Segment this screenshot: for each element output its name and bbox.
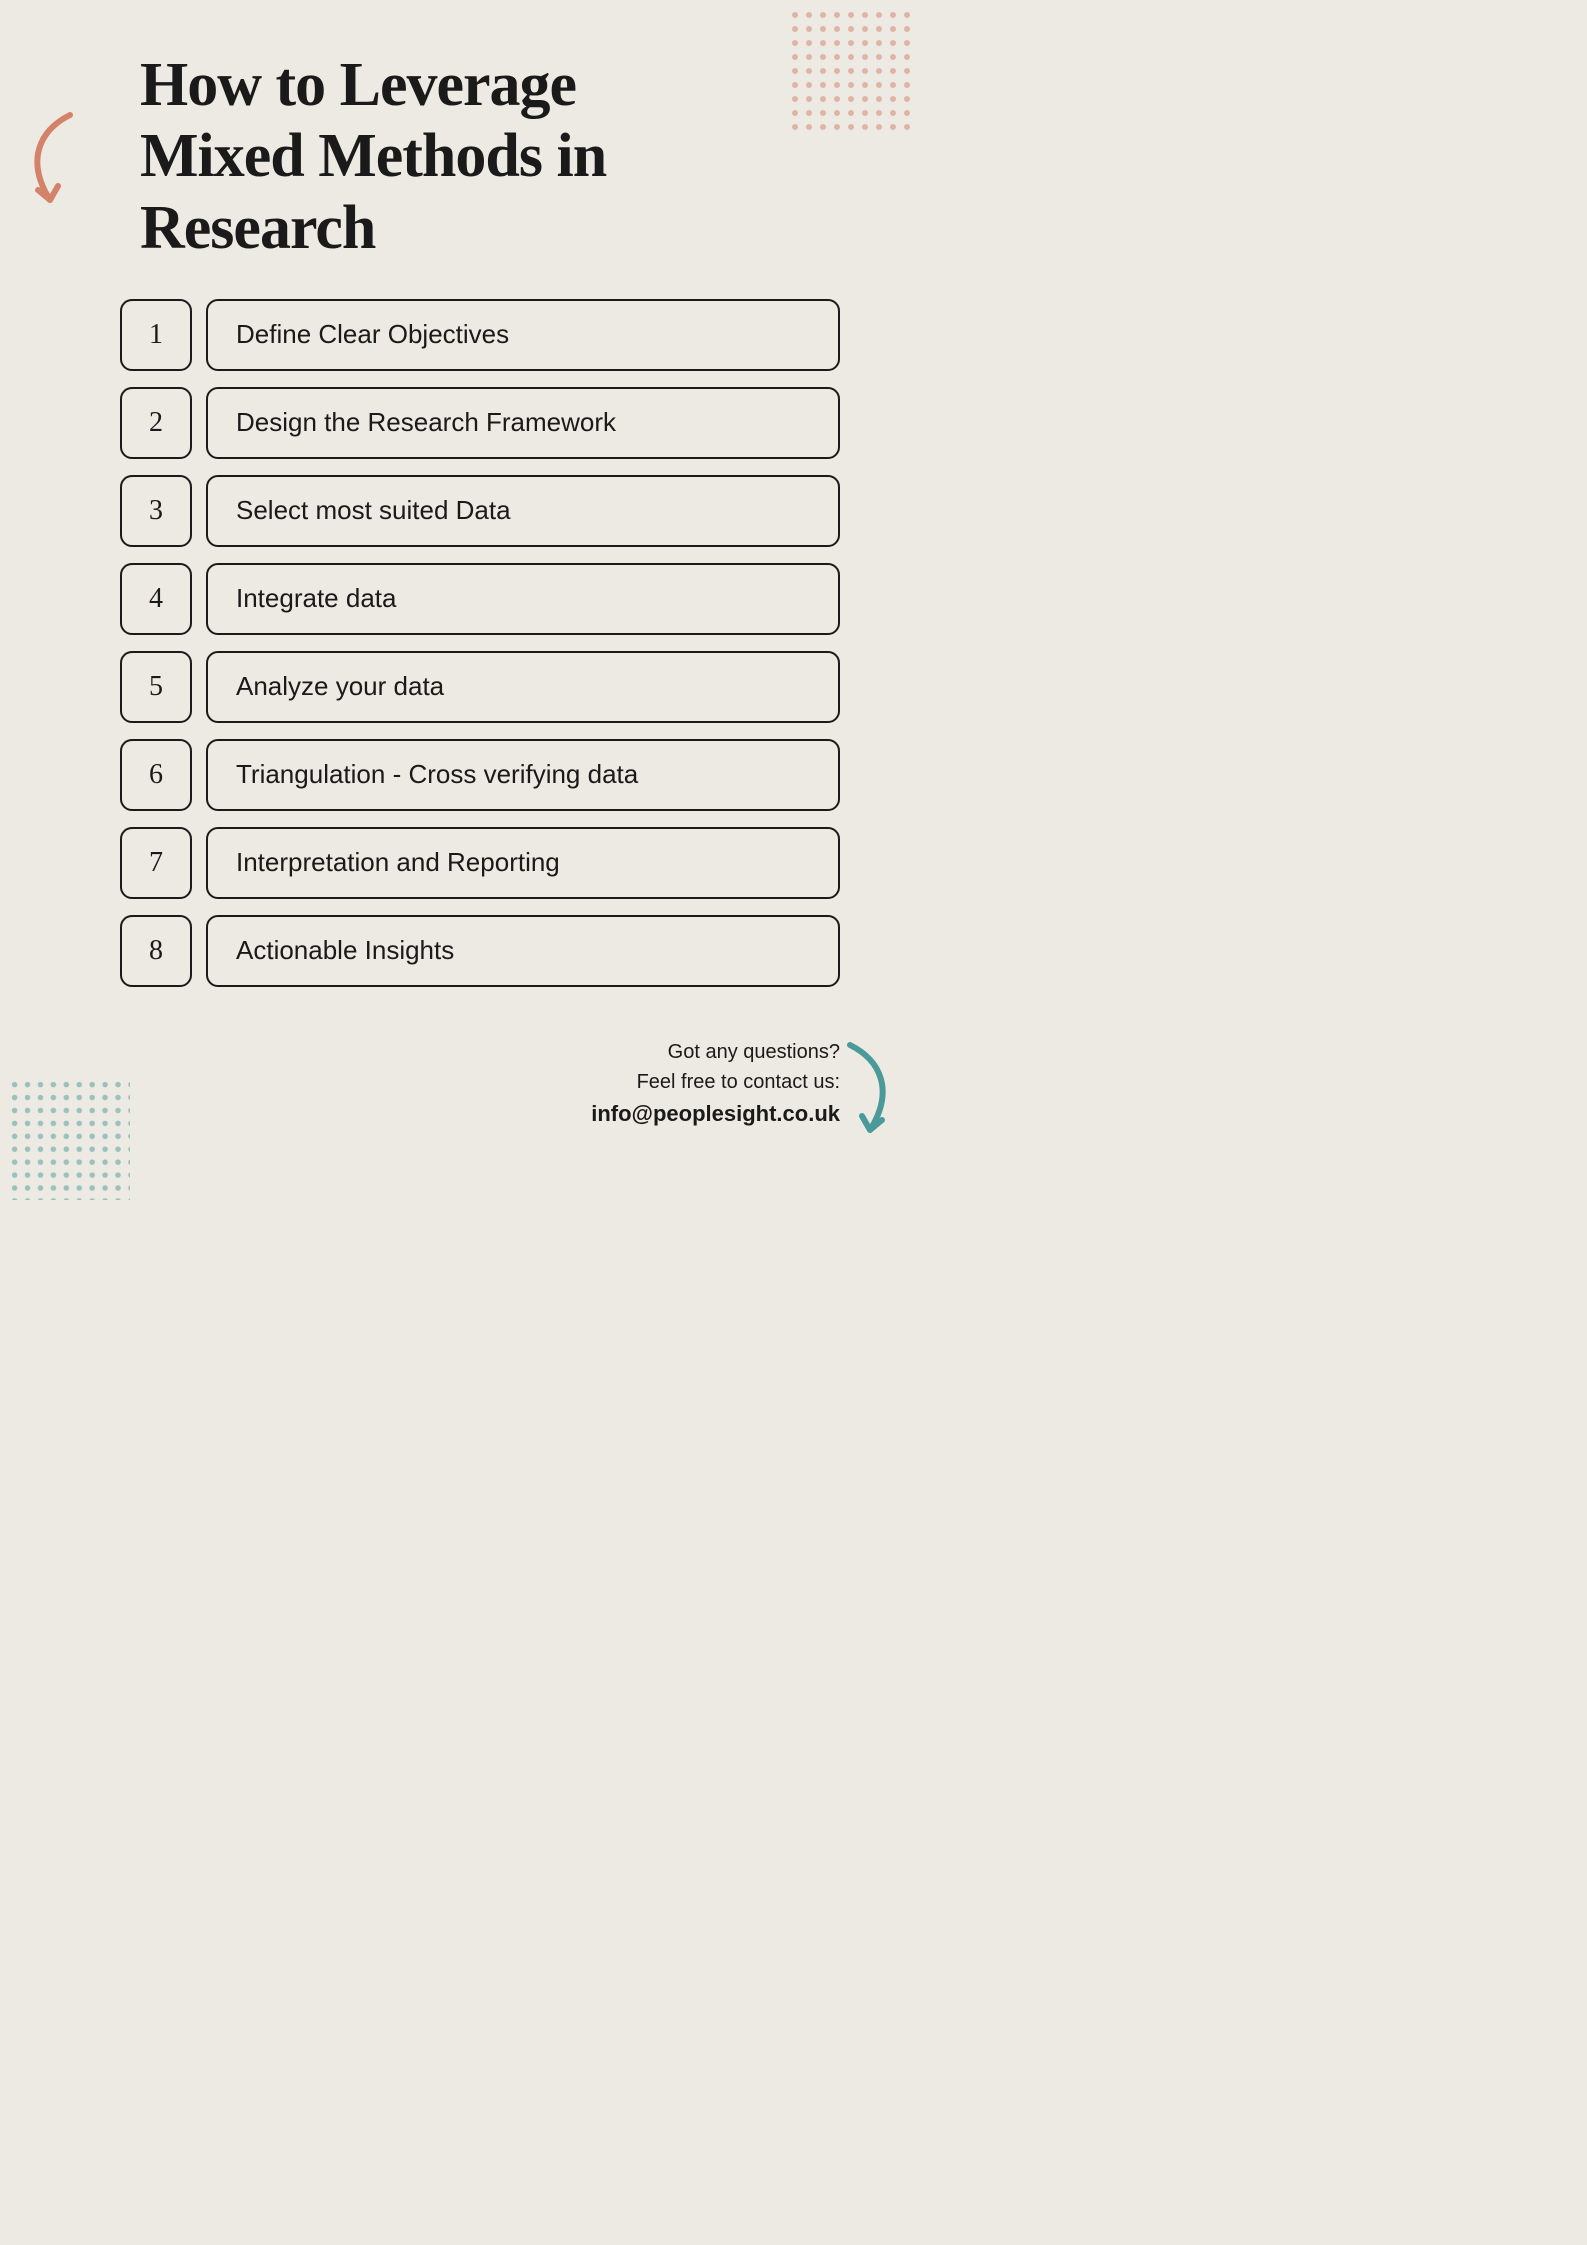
step-number-6: 6 xyxy=(120,739,192,811)
step-label-8: Actionable Insights xyxy=(206,915,840,987)
step-label-2: Design the Research Framework xyxy=(206,387,840,459)
list-item: 7 Interpretation and Reporting xyxy=(120,827,840,899)
steps-list: 1 Define Clear Objectives 2 Design the R… xyxy=(120,299,840,987)
step-label-3: Select most suited Data xyxy=(206,475,840,547)
step-label-6: Triangulation - Cross verifying data xyxy=(206,739,840,811)
step-number-5: 5 xyxy=(120,651,192,723)
step-number-2: 2 xyxy=(120,387,192,459)
step-label-5: Analyze your data xyxy=(206,651,840,723)
arrow-top-left xyxy=(20,110,90,210)
footer: Got any questions? Feel free to contact … xyxy=(60,1037,860,1127)
footer-email: info@peoplesight.co.uk xyxy=(60,1101,840,1127)
list-item: 1 Define Clear Objectives xyxy=(120,299,840,371)
step-label-1: Define Clear Objectives xyxy=(206,299,840,371)
step-number-4: 4 xyxy=(120,563,192,635)
arrow-bottom-right xyxy=(830,1040,900,1140)
list-item: 4 Integrate data xyxy=(120,563,840,635)
list-item: 5 Analyze your data xyxy=(120,651,840,723)
footer-questions-text: Got any questions? Feel free to contact … xyxy=(60,1037,840,1097)
step-number-7: 7 xyxy=(120,827,192,899)
step-number-3: 3 xyxy=(120,475,192,547)
list-item: 3 Select most suited Data xyxy=(120,475,840,547)
list-item: 8 Actionable Insights xyxy=(120,915,840,987)
step-number-1: 1 xyxy=(120,299,192,371)
step-label-7: Interpretation and Reporting xyxy=(206,827,840,899)
step-number-8: 8 xyxy=(120,915,192,987)
page-title: How to Leverage Mixed Methods in Researc… xyxy=(140,50,860,264)
page: How to Leverage Mixed Methods in Researc… xyxy=(0,0,920,1260)
step-label-4: Integrate data xyxy=(206,563,840,635)
list-item: 2 Design the Research Framework xyxy=(120,387,840,459)
list-item: 6 Triangulation - Cross verifying data xyxy=(120,739,840,811)
